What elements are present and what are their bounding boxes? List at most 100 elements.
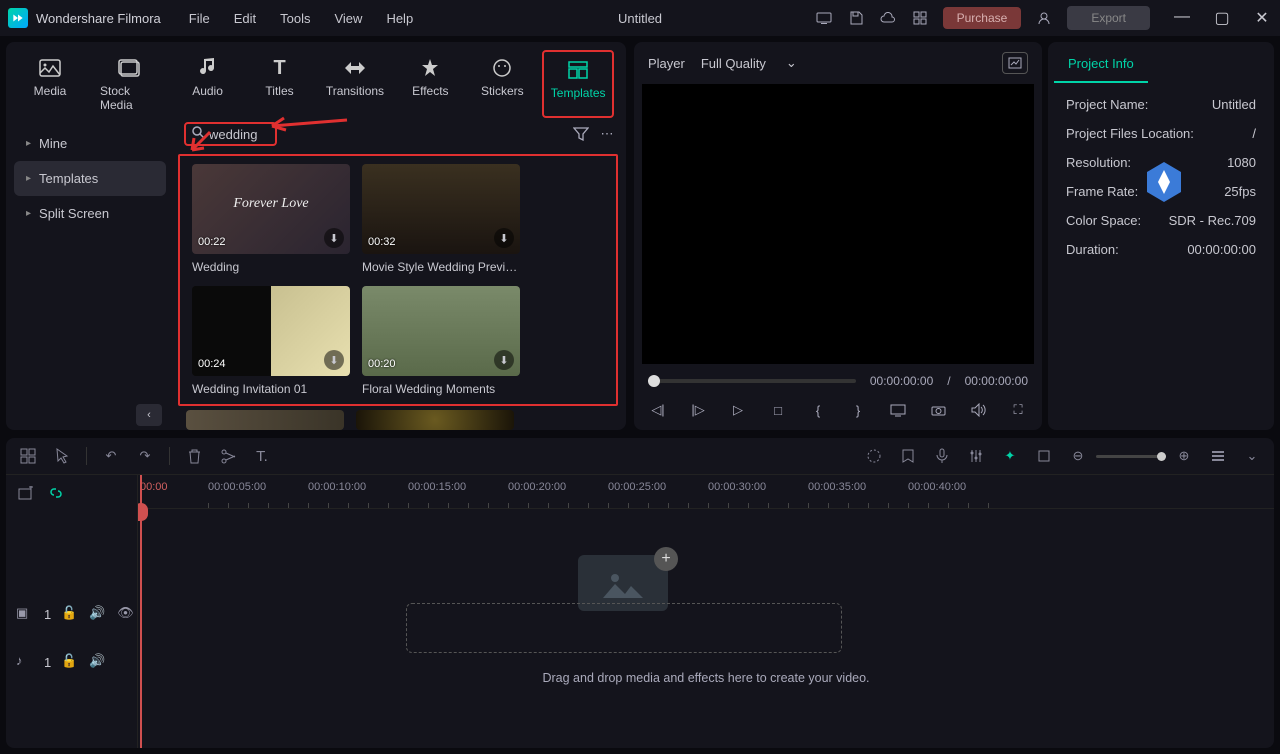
title-bar: Wondershare Filmora File Edit Tools View… [0,0,1280,36]
menu-view[interactable]: View [334,11,362,26]
sidebar-collapse-button[interactable]: ‹ [136,404,162,426]
tab-titles[interactable]: TTitles [248,50,312,118]
fullscreen-button[interactable]: ⛶ [1008,400,1028,420]
text-tool-icon[interactable]: T. [252,446,272,466]
maximize-button[interactable]: ▢ [1212,8,1232,28]
info-label: Project Files Location: [1066,126,1194,141]
tab-audio[interactable]: Audio [176,50,240,118]
search-input[interactable] [209,127,269,142]
camera-button[interactable] [928,400,948,420]
export-button[interactable]: Export [1067,6,1150,30]
zoom-in-button[interactable]: ⊕ [1174,446,1194,466]
cloud-icon[interactable] [879,9,897,27]
beat-detect-icon[interactable]: ✦ [1000,446,1020,466]
menu-edit[interactable]: Edit [234,11,256,26]
add-track-button[interactable] [16,483,36,503]
device-icon[interactable] [815,9,833,27]
playhead[interactable] [140,475,142,748]
split-button[interactable] [218,446,238,466]
download-icon[interactable]: ⬇ [324,228,344,248]
tab-effects[interactable]: Effects [398,50,462,118]
save-icon[interactable] [847,9,865,27]
info-label: Color Space: [1066,213,1141,228]
redo-button[interactable]: ↷ [135,446,155,466]
sidebar-item-split-screen[interactable]: ▸Split Screen [14,196,166,231]
seek-bar[interactable] [648,379,856,383]
menu-tools[interactable]: Tools [280,11,310,26]
audio-mixer-icon[interactable] [966,446,986,466]
timeline-view-icon[interactable] [1208,446,1228,466]
menu-help[interactable]: Help [386,11,413,26]
timeline-ruler[interactable]: 00:00 00:00:05:0000:00:10:0000:00:15:000… [138,475,1274,509]
mark-in-button[interactable]: { [808,400,828,420]
delete-button[interactable] [184,446,204,466]
zoom-out-button[interactable]: ⊖ [1068,446,1088,466]
player-viewport[interactable] [642,84,1034,364]
tab-media[interactable]: Media [18,50,82,118]
mark-out-button[interactable]: } [848,400,868,420]
close-button[interactable]: ✕ [1252,8,1272,28]
mute-icon[interactable]: 🔊 [89,653,107,671]
purchase-button[interactable]: Purchase [943,7,1022,29]
audio-track-icon: ♪ [16,653,34,671]
snapshot-button[interactable] [1002,52,1028,74]
tab-project-info[interactable]: Project Info [1054,46,1148,83]
volume-button[interactable] [968,400,988,420]
info-label: Resolution: [1066,155,1131,170]
lock-icon[interactable]: 🔓 [61,605,79,623]
next-frame-button[interactable]: |▷ [688,400,708,420]
template-card[interactable]: 00:24⬇ Wedding Invitation 01 [192,286,350,396]
mic-icon[interactable] [932,446,952,466]
chevron-down-icon[interactable]: ⌄ [1242,446,1262,466]
stop-button[interactable]: □ [768,400,788,420]
template-card[interactable]: 00:32⬇ Movie Style Wedding Preview [362,164,520,274]
template-card[interactable]: 00:22⬇ Wedding [192,164,350,274]
filter-icon[interactable] [572,125,590,143]
timeline-tracks[interactable]: 00:00 00:00:05:0000:00:10:0000:00:15:000… [138,475,1274,748]
add-media-button[interactable]: + [654,547,678,571]
tab-stickers[interactable]: Stickers [470,50,534,118]
quality-selector[interactable]: Full Quality⌄ [701,55,797,71]
crop-icon[interactable] [1034,446,1054,466]
template-card[interactable]: 00:20⬇ Floral Wedding Moments [362,286,520,396]
mute-icon[interactable]: 🔊 [89,605,107,623]
account-icon[interactable] [1035,9,1053,27]
undo-button[interactable]: ↶ [101,446,121,466]
search-box[interactable] [184,122,277,146]
display-button[interactable] [888,400,908,420]
sidebar-item-templates[interactable]: ▸Templates [14,161,166,196]
lock-icon[interactable]: 🔓 [61,653,79,671]
template-thumbnail-partial[interactable] [186,410,344,430]
tab-transitions[interactable]: Transitions [320,50,391,118]
sidebar-item-mine[interactable]: ▸Mine [14,126,166,161]
download-icon[interactable]: ⬇ [494,350,514,370]
ai-icon[interactable] [864,446,884,466]
download-icon[interactable]: ⬇ [324,350,344,370]
info-value: SDR - Rec.709 [1169,213,1256,228]
menu-file[interactable]: File [189,11,210,26]
download-icon[interactable]: ⬇ [494,228,514,248]
more-icon[interactable]: ⋯ [598,125,616,143]
minimize-button[interactable]: — [1172,8,1192,28]
drop-zone[interactable] [406,603,842,653]
visibility-icon[interactable]: 👁 [117,605,135,623]
zoom-slider[interactable] [1096,455,1166,458]
tab-stock-media[interactable]: Stock Media [90,50,168,118]
template-thumbnail-partial[interactable] [356,410,514,430]
select-tool-icon[interactable] [52,446,72,466]
apps-icon[interactable] [911,9,929,27]
marker-icon[interactable] [898,446,918,466]
timeline-toolbar: ↶ ↷ T. ✦ ⊖ ⊕ ⌄ [6,438,1274,475]
library-sidebar: ▸Mine ▸Templates ▸Split Screen [6,118,174,430]
prev-frame-button[interactable]: ◁| [648,400,668,420]
tab-templates[interactable]: Templates [542,50,614,118]
layout-icon[interactable] [18,446,38,466]
link-tracks-icon[interactable] [46,483,66,503]
menu-bar: File Edit Tools View Help [189,11,413,26]
template-title: Movie Style Wedding Preview [362,260,520,274]
document-title: Untitled [618,11,662,26]
timecode-total: 00:00:00:00 [965,374,1028,388]
assistant-badge-icon[interactable] [1142,160,1186,204]
template-thumbnail: 00:20⬇ [362,286,520,376]
play-button[interactable]: ▷ [728,400,748,420]
